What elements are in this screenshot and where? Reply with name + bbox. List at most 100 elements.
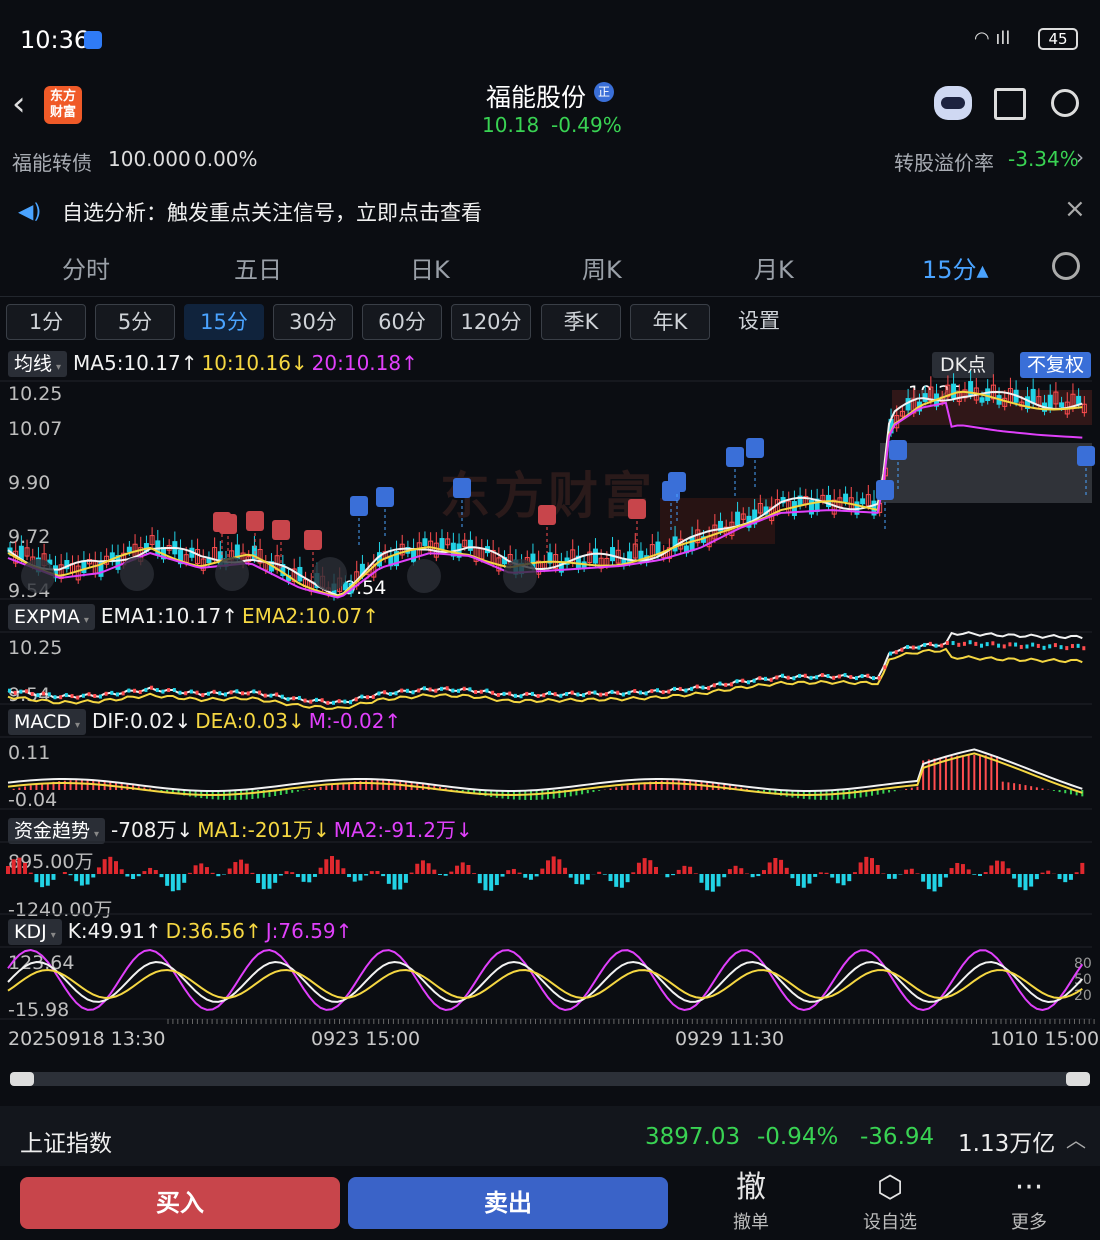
expma-candle bbox=[1065, 646, 1069, 651]
expma-candle bbox=[542, 693, 546, 698]
expma-candle bbox=[172, 688, 176, 693]
expma-candle bbox=[138, 690, 142, 695]
buy-marker bbox=[628, 499, 646, 519]
expma-candle bbox=[451, 688, 455, 693]
expma-candle bbox=[985, 642, 989, 647]
expma-candle bbox=[110, 690, 114, 695]
candle-body bbox=[342, 582, 348, 591]
expma-candle bbox=[155, 688, 159, 693]
expma-candle bbox=[133, 688, 137, 693]
buy-button[interactable]: 买入 bbox=[20, 1177, 340, 1229]
expma-candle bbox=[8, 688, 11, 693]
expma-candle bbox=[815, 675, 819, 680]
expma-candle bbox=[854, 676, 858, 681]
index-amount: 1.13万亿 bbox=[958, 1131, 1056, 1157]
expma-candle bbox=[860, 674, 864, 679]
candle-body bbox=[81, 560, 87, 574]
more-button[interactable]: ··· 更多 bbox=[984, 1170, 1074, 1234]
expma-candle bbox=[292, 696, 296, 701]
range-handle-right[interactable] bbox=[1066, 1072, 1090, 1086]
nav-circle-button bbox=[120, 557, 154, 591]
expma-candle bbox=[917, 645, 921, 650]
app-screen: 10:36 ◠ ıll 45 ‹ 东方 财富 福能股份 正 10.18 -0.4… bbox=[0, 0, 1100, 1240]
expma-candle bbox=[212, 689, 216, 694]
expma-candle bbox=[980, 643, 983, 648]
expma-candle bbox=[258, 690, 262, 695]
expma-candle bbox=[1082, 646, 1086, 651]
candle-body bbox=[791, 501, 797, 516]
sell-marker bbox=[350, 496, 368, 516]
expma-candle bbox=[42, 691, 46, 696]
expma-candle bbox=[729, 682, 733, 687]
chevron-up-icon[interactable]: ︿ bbox=[1066, 1124, 1086, 1153]
more-dots-icon: ··· bbox=[1014, 1170, 1044, 1205]
more-label: 更多 bbox=[1011, 1212, 1047, 1233]
index-value: 3897.03 bbox=[645, 1124, 741, 1150]
candle-body bbox=[1059, 402, 1065, 408]
expma-candle bbox=[678, 686, 682, 691]
candle-body bbox=[979, 397, 985, 403]
expma-candle bbox=[928, 641, 932, 646]
index-name: 上证指数 bbox=[20, 1131, 112, 1157]
expma-candle bbox=[843, 673, 847, 678]
expma-candle bbox=[587, 690, 591, 695]
ema2-line bbox=[7, 647, 1083, 710]
expma-candle bbox=[93, 693, 97, 698]
expma-candle bbox=[332, 700, 335, 705]
expma-candle bbox=[809, 675, 813, 680]
expma-candle bbox=[167, 688, 171, 693]
nav-circle-button bbox=[313, 557, 347, 591]
add-watchlist-label: 设自选 bbox=[863, 1212, 917, 1233]
expma-candle bbox=[502, 691, 506, 696]
expma-candle bbox=[349, 700, 353, 705]
cancel-order-button[interactable]: 撤 撤单 bbox=[706, 1170, 796, 1234]
expma-candle bbox=[13, 690, 17, 695]
expma-candle bbox=[826, 673, 830, 678]
expma-candle bbox=[59, 695, 63, 700]
candle-body bbox=[592, 548, 598, 564]
expma-candle bbox=[485, 688, 489, 693]
sell-button[interactable]: 卖出 bbox=[348, 1177, 668, 1229]
expma-candle bbox=[491, 690, 495, 695]
expma-candle bbox=[1008, 642, 1012, 647]
expma-candle bbox=[297, 695, 301, 700]
candle-body bbox=[126, 546, 132, 553]
expma-candle bbox=[19, 689, 23, 694]
range-handle-left[interactable] bbox=[10, 1072, 34, 1086]
sell-marker bbox=[726, 447, 744, 467]
expma-candle bbox=[957, 642, 961, 647]
range-scrollbar[interactable] bbox=[10, 1072, 1090, 1086]
expma-candle bbox=[314, 697, 318, 702]
expma-candle bbox=[1031, 642, 1035, 647]
expma-candle bbox=[582, 693, 586, 698]
index-bar[interactable] bbox=[0, 1106, 1100, 1166]
expma-candle bbox=[673, 686, 677, 691]
expma-candle bbox=[104, 691, 108, 696]
buy-marker bbox=[272, 520, 290, 540]
expma-candle bbox=[241, 691, 245, 696]
expma-candle bbox=[1053, 643, 1057, 648]
expma-candle bbox=[320, 698, 324, 703]
expma-candle bbox=[161, 689, 165, 694]
expma-candle bbox=[741, 678, 745, 683]
candle-body bbox=[1030, 388, 1036, 404]
expma-candle bbox=[718, 681, 722, 686]
expma-candle bbox=[991, 641, 995, 646]
add-watchlist-button[interactable]: ⬡ 设自选 bbox=[845, 1170, 935, 1234]
kdj-j-line bbox=[7, 948, 1084, 1012]
expma-candle bbox=[417, 688, 421, 693]
expma-candle bbox=[656, 688, 659, 693]
candle-body bbox=[1047, 394, 1053, 410]
kline-chart-canvas[interactable] bbox=[0, 0, 1100, 1240]
expma-candle bbox=[906, 644, 910, 649]
expma-candle bbox=[303, 698, 307, 703]
expma-candle bbox=[872, 676, 875, 681]
expma-candle bbox=[263, 693, 267, 698]
expma-candle bbox=[945, 640, 949, 645]
expma-candle bbox=[195, 690, 199, 695]
expma-candle bbox=[383, 690, 387, 695]
expma-candle bbox=[1014, 642, 1018, 647]
expma-candle bbox=[837, 674, 841, 679]
expma-candle bbox=[150, 685, 154, 690]
expma-candle bbox=[519, 694, 523, 699]
